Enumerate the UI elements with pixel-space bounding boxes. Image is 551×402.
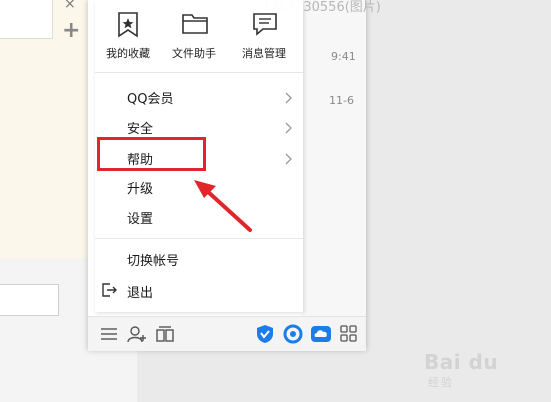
menu-item-qq-vip[interactable]: QQ会员 (95, 84, 303, 108)
exit-icon (101, 282, 117, 302)
menu-divider (95, 72, 303, 73)
quick-favorites-button[interactable]: 我的收藏 (95, 0, 161, 68)
background-add-icon[interactable]: + (62, 18, 80, 43)
browser-icon[interactable] (282, 323, 304, 345)
apps-grid-icon[interactable] (338, 323, 360, 345)
menu-item-label: 安全 (127, 122, 154, 137)
watermark-sub: 经验 (428, 376, 454, 389)
weiyun-cloud-icon[interactable] (310, 323, 332, 345)
chevron-right-icon (285, 119, 293, 138)
background-close-icon[interactable]: × (64, 0, 76, 12)
app-manager-icon[interactable] (154, 323, 176, 345)
list-item-time: 11-6 (329, 94, 354, 107)
menu-item-label: 升级 (127, 182, 154, 197)
quick-favorites-label: 我的收藏 (106, 47, 150, 60)
watermark-text: Bai du (424, 350, 499, 374)
menu-item-label: 退出 (127, 286, 154, 301)
background-text-area (0, 0, 53, 39)
add-contact-icon[interactable] (126, 323, 148, 345)
security-shield-icon[interactable] (254, 323, 276, 345)
chevron-right-icon (285, 89, 293, 108)
list-item-time: 9:41 (331, 50, 356, 63)
background-input-field[interactable] (0, 284, 59, 316)
quick-file-assistant-button[interactable]: 文件助手 (161, 0, 227, 68)
help-highlight-box (97, 137, 206, 171)
bottom-toolbar (88, 316, 366, 351)
menu-item-label: QQ会员 (127, 92, 174, 107)
menu-item-exit[interactable]: 退出 (95, 278, 303, 302)
quick-message-manager-label: 消息管理 (242, 47, 286, 60)
menu-item-security[interactable]: 安全 (95, 114, 303, 138)
quick-message-manager-button[interactable]: 消息管理 (231, 0, 297, 68)
menu-item-label: 设置 (127, 212, 154, 227)
contact-list-area (302, 0, 366, 316)
quick-file-assistant-label: 文件助手 (172, 47, 216, 60)
chevron-right-icon (285, 150, 293, 169)
annotation-arrow (194, 180, 252, 232)
baidu-watermark: Bai du 经验 (424, 346, 544, 390)
menu-item-label: 切换帐号 (127, 254, 180, 269)
menu-divider (95, 238, 303, 239)
menu-icon[interactable] (98, 323, 120, 345)
menu-item-switch-account[interactable]: 切换帐号 (95, 246, 303, 270)
